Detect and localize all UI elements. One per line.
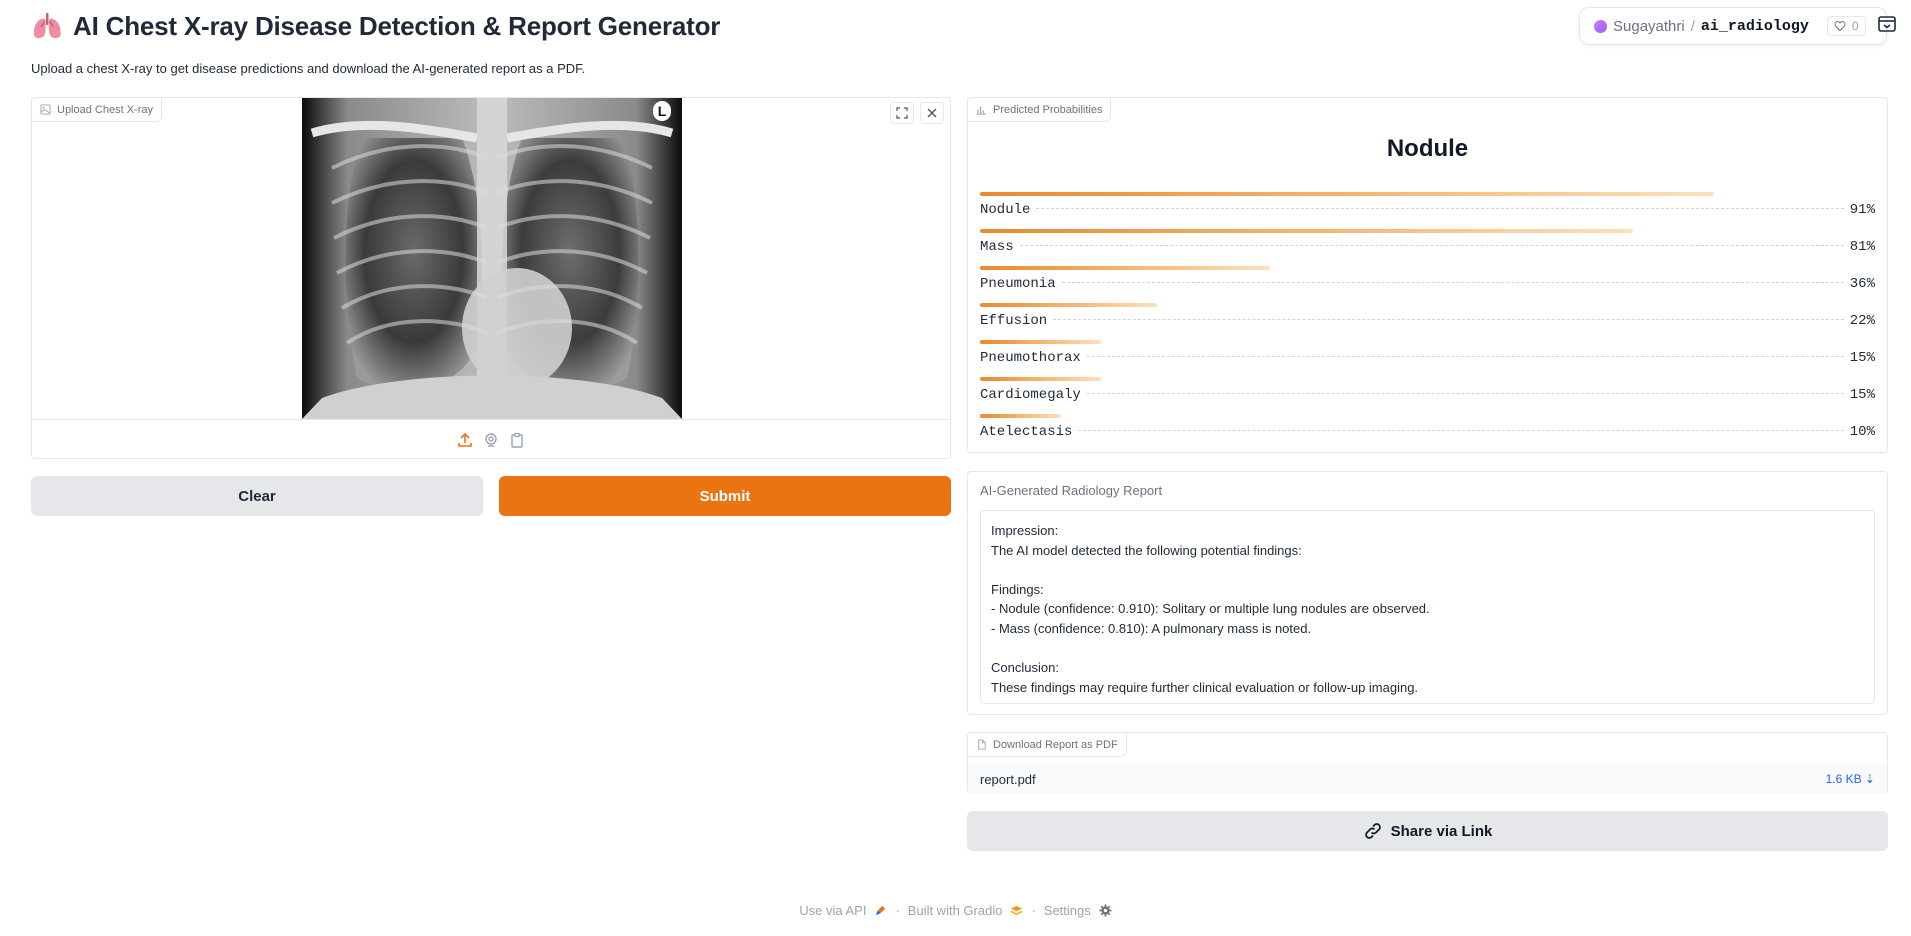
- gear-icon: [1099, 904, 1112, 917]
- probability-row[interactable]: Mass 81%: [980, 229, 1875, 266]
- fullscreen-button[interactable]: [890, 102, 914, 124]
- title-row: AI Chest X-ray Disease Detection & Repor…: [31, 8, 720, 44]
- footer: Use via API · Built with Gradio · Settin…: [0, 903, 1911, 918]
- like-button[interactable]: 0: [1826, 16, 1866, 36]
- probability-bar: [980, 377, 1101, 381]
- file-icon: [978, 739, 986, 750]
- download-label-text: Download Report as PDF: [993, 738, 1118, 751]
- space-badge[interactable]: Sugayathri / ai_radiology 0: [1579, 7, 1887, 45]
- built-with-gradio-link[interactable]: Built with Gradio: [908, 903, 1003, 918]
- upload-icon[interactable]: [457, 432, 473, 448]
- report-label: AI-Generated Radiology Report: [980, 483, 1163, 498]
- image-source-bar: [32, 419, 950, 459]
- probability-bar: [980, 229, 1633, 233]
- image-toolbar: [890, 102, 944, 124]
- lungs-icon: [33, 13, 61, 39]
- use-api-link[interactable]: Use via API: [799, 903, 866, 918]
- file-download-link[interactable]: 1.6 KB ⇣: [1826, 772, 1875, 786]
- like-count: 0: [1851, 19, 1859, 33]
- predicted-probabilities-panel: Predicted Probabilities Nodule Nodule 91%…: [967, 97, 1888, 453]
- probability-bar: [980, 340, 1101, 344]
- footer-separator: ·: [895, 903, 900, 918]
- probability-label: Effusion: [980, 313, 1048, 329]
- probabilities-label-text: Predicted Probabilities: [993, 103, 1103, 116]
- probability-bar: [980, 192, 1714, 196]
- probability-row[interactable]: Pneumothorax 15%: [980, 340, 1875, 377]
- probability-label: Pneumonia: [980, 276, 1056, 292]
- probability-bar: [980, 414, 1061, 418]
- probability-percent: 15%: [1849, 387, 1875, 403]
- file-name: report.pdf: [980, 771, 1036, 787]
- probability-label: Mass: [980, 239, 1014, 255]
- link-icon: [1364, 823, 1381, 839]
- probability-bar: [980, 266, 1270, 270]
- probability-percent: 15%: [1849, 350, 1875, 366]
- page-subtitle: Upload a chest X-ray to get disease pred…: [31, 61, 586, 76]
- probability-row[interactable]: Atelectasis 10%: [980, 414, 1875, 451]
- probability-label: Nodule: [980, 202, 1031, 218]
- space-owner[interactable]: Sugayathri: [1613, 18, 1685, 35]
- share-label: Share via Link: [1390, 822, 1493, 840]
- probability-row[interactable]: Effusion 22%: [980, 303, 1875, 340]
- upload-label-text: Upload Chest X-ray: [57, 103, 153, 116]
- file-row[interactable]: report.pdf 1.6 KB ⇣: [968, 764, 1887, 794]
- upload-label: Upload Chest X-ray: [32, 98, 162, 122]
- probability-list: Nodule 91% Mass 81% Pneumonia 36% Effusion 2…: [980, 192, 1875, 451]
- share-button[interactable]: Share via Link: [967, 811, 1888, 851]
- download-panel: Download Report as PDF report.pdf 1.6 KB…: [967, 732, 1888, 794]
- clear-button[interactable]: Clear: [31, 476, 483, 516]
- space-separator: /: [1690, 17, 1695, 35]
- footer-separator: ·: [1031, 903, 1036, 918]
- probability-label: Atelectasis: [980, 424, 1073, 440]
- submit-button[interactable]: Submit: [499, 476, 951, 516]
- image-icon: [40, 104, 51, 115]
- upload-image-panel[interactable]: L Upload Chest X-ray: [31, 97, 951, 459]
- probability-row[interactable]: Cardiomegaly 15%: [980, 377, 1875, 414]
- space-avatar: [1594, 19, 1607, 33]
- xray-image: L: [302, 98, 682, 419]
- close-icon: [927, 108, 937, 118]
- probability-bar: [980, 303, 1157, 307]
- probabilities-label: Predicted Probabilities: [968, 98, 1112, 122]
- probability-percent: 22%: [1849, 313, 1875, 329]
- webcam-icon[interactable]: [483, 432, 499, 448]
- probability-label: Cardiomegaly: [980, 387, 1081, 403]
- probability-label: Pneumothorax: [980, 350, 1081, 366]
- settings-link[interactable]: Settings: [1044, 903, 1091, 918]
- space-name[interactable]: ai_radiology: [1701, 18, 1809, 35]
- probability-percent: 36%: [1849, 276, 1875, 292]
- download-label: Download Report as PDF: [968, 733, 1127, 757]
- chart-icon: [976, 106, 987, 115]
- probability-row[interactable]: Nodule 91%: [980, 192, 1875, 229]
- top-prediction: Nodule: [1386, 135, 1469, 162]
- clipboard-icon[interactable]: [509, 432, 525, 448]
- probability-percent: 10%: [1849, 424, 1875, 440]
- rocket-icon: [876, 905, 886, 916]
- laterality-marker: L: [658, 103, 667, 119]
- probability-percent: 91%: [1849, 202, 1875, 218]
- embed-icon[interactable]: [1877, 14, 1897, 34]
- gradio-logo-icon: [1011, 905, 1023, 915]
- clear-image-button[interactable]: [920, 102, 944, 124]
- report-textbox[interactable]: Impression: The AI model detected the fo…: [980, 510, 1875, 704]
- fullscreen-icon: [896, 107, 908, 119]
- page-title: AI Chest X-ray Disease Detection & Repor…: [73, 10, 721, 41]
- probability-percent: 81%: [1849, 239, 1875, 255]
- report-panel: AI-Generated Radiology Report Impression…: [967, 471, 1888, 715]
- heart-icon: [1834, 20, 1846, 32]
- probability-row[interactable]: Pneumonia 36%: [980, 266, 1875, 303]
